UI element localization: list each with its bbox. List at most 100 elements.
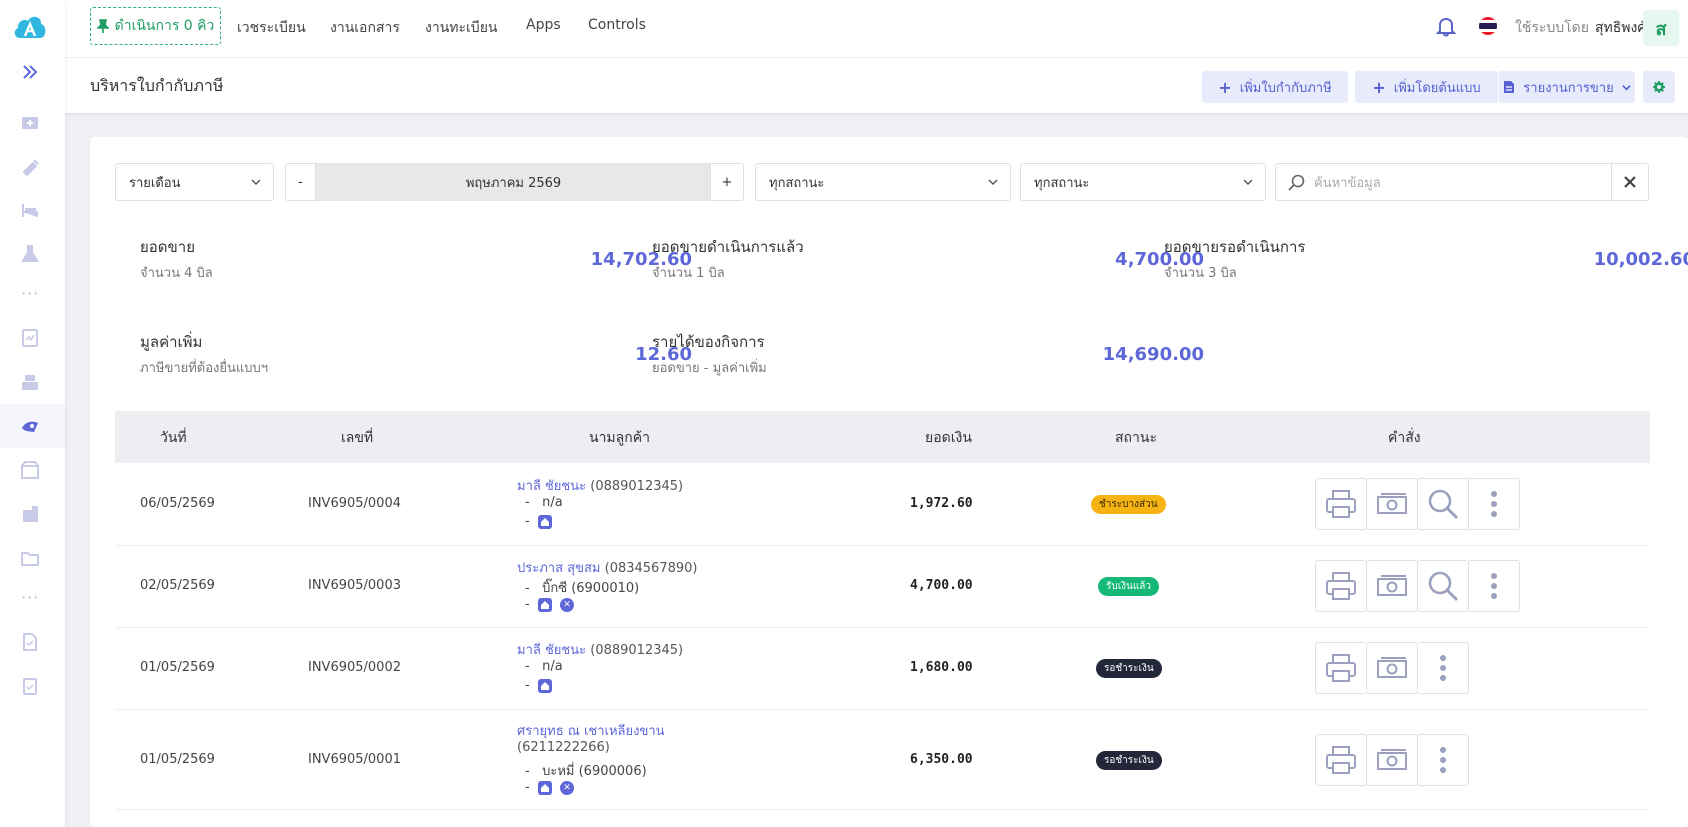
clear-search-button[interactable] bbox=[1611, 163, 1649, 201]
payment-button[interactable] bbox=[1366, 560, 1418, 612]
stat-vat-title: มูลค่าเพิ่ม bbox=[140, 333, 203, 351]
search-placeholder: ค้นหาข้อมูล bbox=[1314, 175, 1381, 191]
pin-icon bbox=[96, 19, 109, 33]
print-button[interactable] bbox=[1315, 560, 1367, 612]
row-number[interactable]: INV6905/0003 bbox=[308, 578, 401, 593]
payment-button[interactable] bbox=[1366, 478, 1418, 530]
payment-button[interactable] bbox=[1366, 642, 1418, 694]
billing-icon[interactable] bbox=[18, 414, 42, 438]
kebab-menu-icon bbox=[1491, 491, 1497, 517]
more-options-button[interactable] bbox=[1468, 560, 1520, 612]
row-amount: 6,350.00 bbox=[910, 752, 973, 767]
syringe-icon[interactable] bbox=[18, 154, 42, 178]
col-amount[interactable]: ยอดเงิน bbox=[925, 427, 972, 449]
close-icon bbox=[1624, 176, 1636, 188]
medical-kit-icon[interactable] bbox=[18, 110, 42, 134]
row-number[interactable]: INV6905/0002 bbox=[308, 660, 401, 675]
dash: - bbox=[525, 780, 530, 795]
view-button[interactable] bbox=[1417, 560, 1469, 612]
col-status[interactable]: สถานะ bbox=[1115, 427, 1157, 449]
search-input[interactable]: ค้นหาข้อมูล bbox=[1275, 163, 1612, 201]
customer-line3: - ✕ bbox=[525, 597, 574, 612]
add-from-template-button[interactable]: + เพิ่มโดยต้นแบบ bbox=[1355, 71, 1498, 103]
table-row[interactable]: 02/05/2569 INV6905/0003 ประภาส สุขสม (08… bbox=[115, 546, 1650, 628]
prev-month-button[interactable]: - bbox=[285, 163, 316, 201]
home-icon[interactable] bbox=[537, 597, 552, 612]
cancel-icon[interactable]: ✕ bbox=[559, 780, 574, 795]
row-amount: 1,680.00 bbox=[910, 660, 973, 675]
building-icon[interactable] bbox=[18, 502, 42, 526]
nav-documents[interactable]: งานเอกสาร bbox=[330, 17, 400, 39]
view-button[interactable] bbox=[1417, 478, 1469, 530]
status-select-1[interactable]: ทุกสถานะ bbox=[755, 163, 1011, 201]
customer-line2: - บิ๊กซี (6900010) bbox=[525, 577, 639, 598]
payment-button[interactable] bbox=[1366, 734, 1418, 786]
invoice-card: รายเดือน - พฤษภาคม 2569 + ทุกสถานะ ทุกสถ… bbox=[90, 137, 1688, 827]
chevron-down-icon bbox=[988, 179, 998, 186]
col-customer[interactable]: นามลูกค้า bbox=[589, 427, 650, 449]
dash: - bbox=[525, 495, 530, 510]
hospital-bed-icon[interactable] bbox=[18, 198, 42, 222]
nav-registration[interactable]: งานทะเบียน bbox=[425, 17, 497, 39]
dash: - bbox=[525, 659, 530, 674]
period-select[interactable]: รายเดือน bbox=[115, 163, 274, 201]
print-button[interactable] bbox=[1315, 478, 1367, 530]
customer-name[interactable]: มาลี ชัยชนะ bbox=[517, 479, 586, 494]
nav-controls[interactable]: Controls bbox=[588, 17, 646, 33]
status-select-2[interactable]: ทุกสถานะ bbox=[1020, 163, 1266, 201]
customer-line2: - บะหมี่ (6900006) bbox=[525, 760, 647, 781]
table-row[interactable]: 01/05/2569 INV6905/0002 มาลี ชัยชนะ (088… bbox=[115, 628, 1650, 710]
sales-report-dropdown[interactable]: รายงานการขาย bbox=[1499, 71, 1635, 103]
row-number[interactable]: INV6905/0001 bbox=[308, 752, 401, 767]
chevron-down-icon bbox=[1622, 84, 1631, 90]
printer-icon bbox=[1326, 746, 1356, 774]
flask-icon[interactable] bbox=[18, 242, 42, 266]
customer-phone: (0889012345) bbox=[590, 479, 684, 494]
more-options-button[interactable] bbox=[1417, 642, 1469, 694]
home-icon[interactable] bbox=[537, 780, 552, 795]
settings-button[interactable] bbox=[1643, 71, 1675, 103]
report-icon[interactable] bbox=[18, 326, 42, 350]
customer-name[interactable]: ศรายุทธ ณ เชาเหลียงขาน bbox=[517, 724, 665, 739]
store-icon[interactable] bbox=[18, 458, 42, 482]
table-row[interactable]: 06/05/2569 INV6905/0004 มาลี ชัยชนะ (088… bbox=[115, 463, 1650, 546]
col-date[interactable]: วันที่ bbox=[160, 427, 187, 449]
customer-name[interactable]: มาลี ชัยชนะ bbox=[517, 643, 586, 658]
document-icon[interactable] bbox=[18, 630, 42, 654]
nav-apps[interactable]: Apps bbox=[526, 17, 561, 33]
cancel-icon[interactable]: ✕ bbox=[559, 597, 574, 612]
notification-bell-icon[interactable] bbox=[1435, 15, 1457, 37]
folder-icon[interactable] bbox=[18, 546, 42, 570]
print-button[interactable] bbox=[1315, 642, 1367, 694]
next-month-button[interactable]: + bbox=[710, 163, 744, 201]
more-icon[interactable]: ··· bbox=[21, 588, 39, 607]
more-options-button[interactable] bbox=[1417, 734, 1469, 786]
nav-medical-records[interactable]: เวชระเบียน bbox=[237, 17, 306, 39]
thai-flag-icon[interactable] bbox=[1479, 17, 1497, 35]
avatar[interactable]: ส bbox=[1643, 10, 1679, 46]
row-number[interactable]: INV6905/0004 bbox=[308, 496, 401, 511]
user-info[interactable]: ใช้ระบบโดย สุทธิพงศ์ bbox=[1515, 17, 1646, 39]
clipboard-icon[interactable] bbox=[18, 674, 42, 698]
col-number[interactable]: เลขที่ bbox=[341, 427, 373, 449]
more-options-button[interactable] bbox=[1468, 478, 1520, 530]
customer-name[interactable]: ประภาส สุขสม bbox=[517, 561, 600, 576]
money-icon bbox=[1377, 749, 1407, 770]
page-title: บริหารใบกำกับภาษี bbox=[90, 76, 224, 95]
cashier-icon[interactable] bbox=[18, 370, 42, 394]
stat-completed-sub: จำนวน 1 บิล bbox=[652, 266, 725, 281]
printer-icon bbox=[1326, 654, 1356, 682]
customer-phone: (6211222266) bbox=[517, 740, 610, 755]
queue-button[interactable]: ดำเนินการ 0 คิว bbox=[90, 7, 221, 45]
logo-icon[interactable] bbox=[12, 12, 48, 42]
expand-icon[interactable] bbox=[18, 60, 42, 84]
more-icon[interactable]: ··· bbox=[21, 284, 39, 303]
add-invoice-button[interactable]: + เพิ่มใบกำกับภาษี bbox=[1202, 71, 1348, 103]
home-icon[interactable] bbox=[537, 514, 552, 529]
print-button[interactable] bbox=[1315, 734, 1367, 786]
top-navigation: ดำเนินการ 0 คิว เวชระเบียน งานเอกสาร งาน… bbox=[65, 0, 1688, 58]
table-row[interactable]: 01/05/2569 INV6905/0001 ศรายุทธ ณ เชาเหล… bbox=[115, 710, 1650, 810]
customer-name-cell: ศรายุทธ ณ เชาเหลียงขาน bbox=[517, 720, 665, 741]
home-icon[interactable] bbox=[537, 678, 552, 693]
magnifier-icon bbox=[1428, 489, 1459, 520]
